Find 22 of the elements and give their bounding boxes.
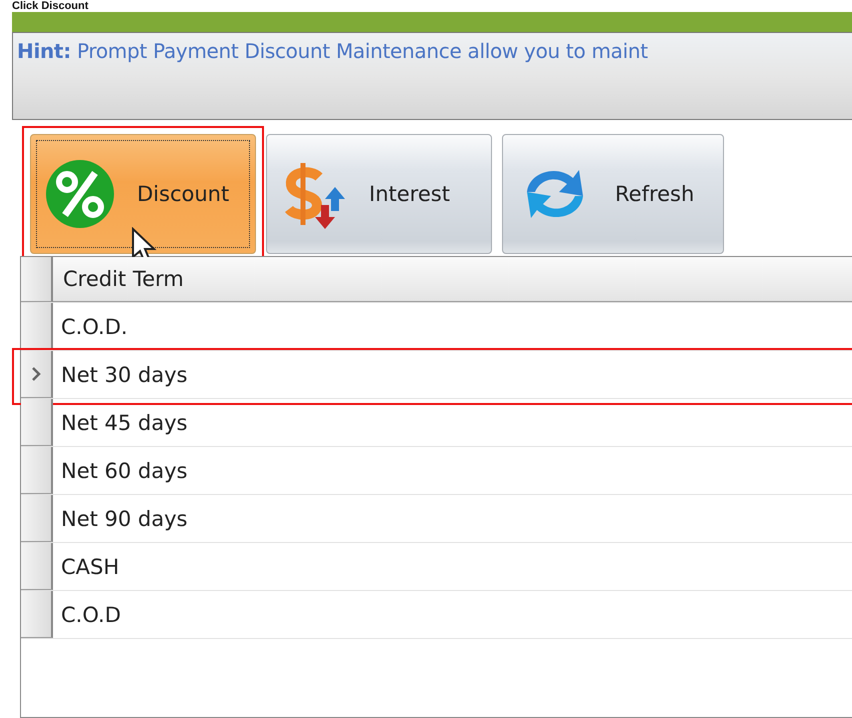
row-header[interactable]	[21, 399, 53, 446]
row-header[interactable]	[21, 351, 53, 398]
table-cell-text: C.O.D.	[60, 314, 129, 340]
table-cell-text: Net 45 days	[60, 410, 189, 436]
row-header[interactable]	[21, 591, 53, 638]
row-header[interactable]	[21, 495, 53, 542]
table-cell-text: Net 90 days	[60, 506, 189, 532]
table-cell-text: CASH	[60, 554, 120, 580]
table-cell-text: Net 60 days	[60, 458, 189, 484]
table-cell-text: C.O.D	[60, 602, 122, 628]
page-heading: Click Discount	[11, 0, 90, 12]
toolbar-button[interactable]: Discount	[30, 134, 256, 254]
row-header[interactable]	[21, 543, 53, 590]
hint-text: Hint: Prompt Payment Discount Maintenance allow you to maint	[17, 39, 649, 63]
row-header[interactable]	[21, 303, 53, 350]
row-header[interactable]	[21, 447, 53, 494]
percent-icon	[45, 159, 115, 229]
toolbar-button[interactable]: Refresh	[502, 134, 724, 254]
row-pointer-icon	[31, 367, 41, 381]
column-header[interactable]: Credit Term	[53, 257, 852, 302]
toolbar-button[interactable]: Interest	[266, 134, 492, 254]
table-cell-text: Net 30 days	[60, 362, 189, 388]
